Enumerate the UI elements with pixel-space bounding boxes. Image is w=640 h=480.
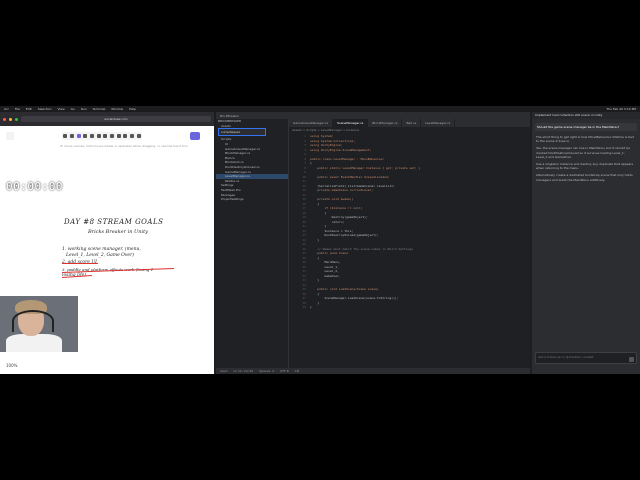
selection-tool-icon[interactable] (76, 134, 81, 138)
image-tool-icon[interactable] (129, 134, 134, 138)
hand-tool-icon[interactable] (69, 134, 74, 138)
assistant-answer: The short thing to get right is how Mono… (536, 135, 636, 182)
arrow-tool-icon[interactable] (103, 134, 108, 138)
editor-title-bar: BrickBreaker (216, 112, 530, 119)
line-tool-icon[interactable] (109, 134, 114, 138)
tree-item[interactable]: ProjectSettings (216, 197, 288, 202)
editor-tab[interactable]: Ball.cs (402, 119, 422, 127)
text-tool-icon[interactable] (123, 134, 128, 138)
menu-clock: Thu Feb 20 3:19 PM (606, 107, 636, 111)
answer-paragraph: Alternatively create a dedicated bootstr… (536, 173, 633, 182)
chat-input[interactable]: Ask a follow-up or @mention context (535, 352, 637, 364)
indentation[interactable]: Spaces: 4 (259, 369, 274, 373)
lock-tool-icon[interactable] (63, 134, 68, 138)
excalidraw-toolbar (62, 132, 142, 140)
find-input[interactable]: currentLevel (218, 128, 266, 136)
chat-header: Implement load collection still scene in… (532, 112, 640, 119)
goal-line-2: Level_1, Level_2, Game Over) (66, 253, 134, 258)
editor-tab[interactable]: BlockManager.cs (368, 119, 403, 127)
answer-paragraph: Yes, the scene manager can live in MainM… (536, 146, 630, 159)
menu-go[interactable]: Go (71, 107, 75, 111)
zoom-level[interactable]: 100% (6, 363, 17, 368)
menu-run[interactable]: Run (81, 107, 87, 111)
project-explorer: BRICKBREAKERAssetsPrefabsScenesScriptsUI… (216, 119, 289, 368)
strike-line-3 (62, 263, 98, 264)
user-question: Should the game scene manager be in the … (535, 123, 637, 131)
menu-app-name[interactable]: Arc (4, 107, 9, 111)
editor-tabs: GameSceneManager.cs SceneManager.cs BlockM… (289, 119, 530, 127)
share-button[interactable] (190, 132, 200, 140)
encoding[interactable]: UTF-8 (280, 369, 289, 373)
rectangle-tool-icon[interactable] (83, 134, 88, 138)
webcam-overlay (0, 296, 78, 352)
menu-edit[interactable]: Edit (26, 107, 32, 111)
editor-tab[interactable]: LevelManager.cs (421, 119, 456, 127)
cursor-position[interactable]: Ln 12, Col 25 (234, 369, 254, 373)
browser-chrome: excalidraw.com (0, 112, 214, 126)
minimize-window-button[interactable] (9, 117, 12, 121)
ellipse-tool-icon[interactable] (96, 134, 101, 138)
menu-help[interactable]: Help (129, 107, 136, 111)
canvas-hint: To move canvas, hold mouse wheel or spac… (60, 144, 188, 148)
maximize-window-button[interactable] (15, 117, 18, 121)
code-area[interactable]: 1 using System; 2 using System.Collections;… (294, 134, 526, 366)
menu-selection[interactable]: Selection (38, 107, 52, 111)
editor-tab[interactable]: GameSceneManager.cs (289, 119, 334, 127)
menu-window[interactable]: Window (111, 107, 123, 111)
whiteboard-subtitle: Bricks Breaker in Unity (88, 229, 148, 235)
eraser-tool-icon[interactable] (136, 134, 141, 138)
git-branch[interactable]: main (220, 369, 228, 373)
code-editor-window: BrickBreaker BRICKBREAKERAssetsPrefabsSc… (216, 112, 530, 374)
headset-icon (12, 310, 54, 332)
assistant-chat-panel: Implement load collection still scene in… (532, 112, 640, 374)
menu-view[interactable]: View (58, 107, 65, 111)
answer-paragraph: The short thing to get right is how Mono… (536, 135, 634, 144)
answer-paragraph: Use a singleton Instance and destroy any… (536, 162, 634, 171)
menu-file[interactable]: File (15, 107, 20, 111)
language-mode[interactable]: C# (295, 369, 300, 373)
diamond-tool-icon[interactable] (89, 134, 94, 138)
editor-tab[interactable]: SceneManager.cs (333, 119, 369, 127)
menu-terminal[interactable]: Terminal (93, 107, 106, 111)
webcam-shirt (6, 334, 62, 352)
code-line: 39} (302, 305, 312, 309)
desktop-screen: Arc File Edit Selection View Go Run Term… (0, 106, 640, 374)
pencil-tool-icon[interactable] (116, 134, 121, 138)
breadcrumb[interactable]: Assets > Scripts > LevelManager > Instan… (292, 128, 359, 132)
stream-timer: 00:00:00 (6, 180, 63, 193)
url-bar[interactable]: excalidraw.com (21, 116, 211, 122)
send-icon[interactable] (629, 357, 634, 362)
close-window-button[interactable] (3, 117, 6, 121)
goal-line-1: 1. working scene manager, (menu, (62, 247, 141, 252)
status-bar: main Ln 12, Col 25 Spaces: 4 UTF-8 C# (216, 368, 530, 374)
whiteboard-title: DAY #8 STREAM GOALS (64, 218, 164, 226)
hamburger-menu-icon[interactable] (6, 132, 14, 140)
project-name[interactable]: BrickBreaker (220, 114, 239, 118)
